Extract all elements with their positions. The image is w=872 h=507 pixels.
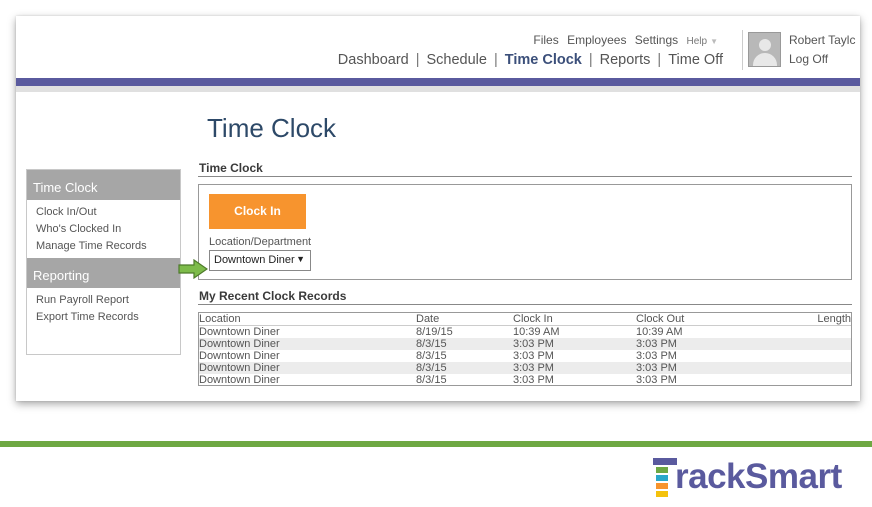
page-title: Time Clock [207,113,337,143]
recent-records-section-rule [198,304,852,305]
sidebar-item-run-payroll-report[interactable]: Run Payroll Report [27,292,180,309]
sidebar-item-clock-in-out[interactable]: Clock In/Out [27,204,180,221]
user-name[interactable]: Robert Taylc [789,33,860,47]
table-row: Downtown Diner 8/19/15 10:39 AM 10:39 AM [199,326,851,338]
location-label: Location/Department [209,236,312,248]
sidebar: Time Clock Clock In/Out Who's Clocked In… [26,169,181,355]
column-header-clock-out: Clock Out [636,313,685,325]
table-row: Downtown Diner 8/3/15 3:03 PM 3:03 PM [199,350,851,362]
nav-schedule[interactable]: Schedule [427,52,487,68]
logoff-link[interactable]: Log Off [789,52,828,66]
cell-date: 8/3/15 [416,338,447,350]
app-window: Files Employees Settings Help ▼ Dashboard… [16,16,860,401]
nav-time-off[interactable]: Time Off [668,52,723,68]
table-row: Downtown Diner 8/3/15 3:03 PM 3:03 PM [199,338,851,350]
cell-clock-in: 3:03 PM [513,374,554,386]
location-select-value: Downtown Diner [214,254,295,266]
files-link[interactable]: Files [533,33,558,47]
column-header-date: Date [416,313,440,325]
pointer-arrow-icon [178,259,208,279]
cell-clock-out: 3:03 PM [636,362,677,374]
cell-location: Downtown Diner [199,326,280,338]
cell-location: Downtown Diner [199,350,280,362]
cell-location: Downtown Diner [199,338,280,350]
cell-location: Downtown Diner [199,374,280,386]
table-header-row: Location Date Clock In Clock Out Length [199,313,851,326]
footer-green-rule [0,441,872,447]
cell-clock-in: 3:03 PM [513,350,554,362]
header-divider [742,30,743,70]
column-header-length: Length [817,313,851,325]
nav-dashboard[interactable]: Dashboard [338,52,409,68]
sidebar-section-time-clock: Time Clock [27,170,180,200]
cell-date: 8/19/15 [416,326,453,338]
table-row: Downtown Diner 8/3/15 3:03 PM 3:03 PM [199,374,851,386]
cell-date: 8/3/15 [416,350,447,362]
recent-records-section-title: My Recent Clock Records [199,289,347,303]
recent-records-table: Location Date Clock In Clock Out Length … [198,312,852,386]
column-header-clock-in: Clock In [513,313,553,325]
employees-link[interactable]: Employees [567,33,626,47]
utility-links: Files Employees Settings Help ▼ [528,33,718,47]
location-select[interactable]: Downtown Diner ▼ [209,250,311,271]
cell-clock-in: 3:03 PM [513,338,554,350]
settings-link[interactable]: Settings [635,33,678,47]
sidebar-section-reporting: Reporting [27,258,180,288]
cell-clock-in: 10:39 AM [513,326,560,338]
tracksmart-logo-text: rackSmart [675,457,842,496]
column-header-location: Location [199,313,241,325]
cell-clock-in: 3:03 PM [513,362,554,374]
header-accent-bar [16,78,860,86]
time-clock-section-rule [198,176,852,177]
clock-in-button[interactable]: Clock In [209,194,306,229]
sidebar-item-export-time-records[interactable]: Export Time Records [27,309,180,326]
chevron-down-icon: ▼ [296,254,305,264]
sidebar-item-whos-clocked-in[interactable]: Who's Clocked In [27,221,180,238]
sidebar-item-manage-time-records[interactable]: Manage Time Records [27,238,180,255]
nav-reports[interactable]: Reports [600,52,651,68]
cell-clock-out: 10:39 AM [636,326,683,338]
main-nav: Dashboard | Schedule | Time Clock | Reports | Ti… [337,52,723,68]
cell-date: 8/3/15 [416,362,447,374]
help-link[interactable]: Help [687,36,708,47]
cell-clock-out: 3:03 PM [636,338,677,350]
tracksmart-logo-mark-icon [653,458,677,497]
time-clock-section-title: Time Clock [199,161,263,175]
cell-location: Downtown Diner [199,362,280,374]
time-clock-panel: Clock In Location/Department Downtown Di… [198,184,852,280]
cell-date: 8/3/15 [416,374,447,386]
nav-time-clock[interactable]: Time Clock [505,52,582,68]
cell-clock-out: 3:03 PM [636,374,677,386]
header-shadow-bar [16,86,860,92]
table-row: Downtown Diner 8/3/15 3:03 PM 3:03 PM [199,362,851,374]
help-dropdown-icon[interactable]: ▼ [710,37,718,46]
top-bar: Files Employees Settings Help ▼ Dashboard… [16,16,860,78]
cell-clock-out: 3:03 PM [636,350,677,362]
avatar[interactable] [748,32,781,67]
